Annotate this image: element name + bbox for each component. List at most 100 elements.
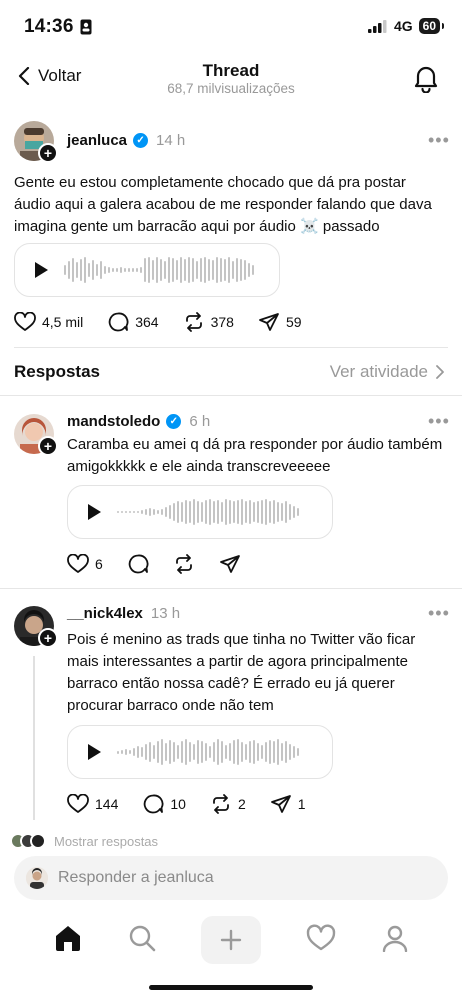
play-icon[interactable] [88,744,101,760]
comment-icon [128,554,149,574]
post-header: jeanluca ✓ 14 h [67,132,185,149]
comment-count: 10 [170,796,186,812]
repost-button[interactable] [173,554,195,574]
repost-button[interactable]: 2 [210,794,246,814]
follow-button[interactable]: + [38,143,58,163]
more-options-button[interactable]: ••• [428,603,450,624]
plus-icon [220,929,242,951]
composer-placeholder: Responder a jeanluca [58,869,214,886]
reply-actions: 144 10 2 1 [67,794,330,814]
like-button[interactable]: 6 [67,554,103,574]
timestamp: 13 h [150,605,181,622]
tab-activity[interactable] [306,924,336,957]
timestamp: 6 h [189,413,211,430]
waveform [117,497,299,527]
reply-composer[interactable]: Responder a jeanluca [14,856,448,900]
like-button[interactable]: 4,5 mil [14,312,83,332]
reply-header: mandstoledo ✓ 6 h [67,413,210,430]
network-label: 4G [393,18,413,34]
tab-home[interactable] [53,924,83,957]
username[interactable]: __nick4lex [67,605,143,622]
username[interactable]: mandstoledo [67,413,160,430]
verified-icon: ✓ [133,133,149,148]
like-button[interactable]: 144 [67,794,118,814]
play-icon[interactable] [88,504,101,520]
bell-icon [414,66,438,94]
reply-text: Caramba eu amei q dá pra responder por á… [67,436,443,475]
view-activity-link[interactable]: Ver atividade [330,362,444,382]
status-right: 4G 60 [367,18,445,34]
audio-player[interactable] [14,243,280,297]
repost-icon [175,554,192,574]
comment-button[interactable] [127,554,149,574]
divider [0,395,462,396]
comment-button[interactable]: 364 [107,312,159,332]
comment-count: 364 [135,314,159,330]
reply-avatars [10,833,46,849]
divider [14,347,448,348]
search-icon [129,925,156,951]
notifications-button[interactable] [412,63,440,98]
tab-search[interactable] [128,924,156,957]
timestamp: 14 h [156,132,186,149]
follow-button[interactable]: + [38,628,58,648]
username[interactable]: jeanluca [67,132,127,149]
repost-count: 2 [237,796,246,812]
avatar [26,867,48,889]
signal-icon [367,19,387,33]
comment-icon [144,794,164,814]
heart-icon [67,554,89,573]
more-options-button[interactable]: ••• [428,130,450,151]
reply-text: Pois é menino as trads que tinha no Twit… [67,631,416,714]
tab-new-post[interactable] [200,916,261,964]
tab-profile[interactable] [381,924,409,957]
profile-icon [383,925,408,952]
heart-icon [67,794,89,813]
share-button[interactable] [219,554,241,574]
view-count: 68,7 milvisualizações [167,81,295,96]
heart-icon [306,924,336,950]
post-text: Gente eu estou completamente chocado que… [14,174,432,235]
divider [0,588,462,589]
home-indicator [149,985,313,990]
waveform [64,255,254,285]
show-replies-link[interactable]: Mostrar respostas [10,833,158,849]
repost-count: 378 [210,314,234,330]
battery-icon: 60 [418,18,445,34]
share-icon [219,555,240,573]
share-icon [270,795,291,813]
share-count: 1 [297,796,306,812]
user-avatar-icon [26,867,48,889]
repost-icon [213,794,229,814]
play-icon[interactable] [35,262,48,278]
comment-button[interactable]: 10 [142,794,186,814]
reply-header: __nick4lex 13 h [67,605,180,622]
like-count: 6 [95,556,103,572]
thread-line [33,656,35,820]
repost-button[interactable]: 378 [183,312,234,332]
home-icon [55,925,80,951]
waveform [117,737,299,767]
page-title: Thread [202,61,260,80]
reply-actions: 6 [67,554,265,574]
share-button[interactable]: 59 [258,312,302,332]
like-count: 144 [95,796,119,812]
verified-icon: ✓ [166,414,182,429]
like-count: 4,5 mil [42,314,84,330]
audio-player[interactable] [67,725,333,779]
audio-player[interactable] [67,485,333,539]
status-time: 14:36 [24,16,92,38]
share-button[interactable]: 1 [270,794,306,814]
replies-heading: Respostas [14,362,100,381]
post-actions: 4,5 mil 364 378 59 [14,312,326,332]
share-count: 59 [285,314,302,330]
more-options-button[interactable]: ••• [428,411,450,432]
comment-icon [108,312,129,332]
follow-button[interactable]: + [38,436,58,456]
repost-icon [185,312,202,332]
heart-icon [14,312,36,331]
id-card-icon [80,19,92,35]
chevron-right-icon [436,365,444,379]
share-icon [259,313,279,331]
tab-bar [0,910,462,970]
